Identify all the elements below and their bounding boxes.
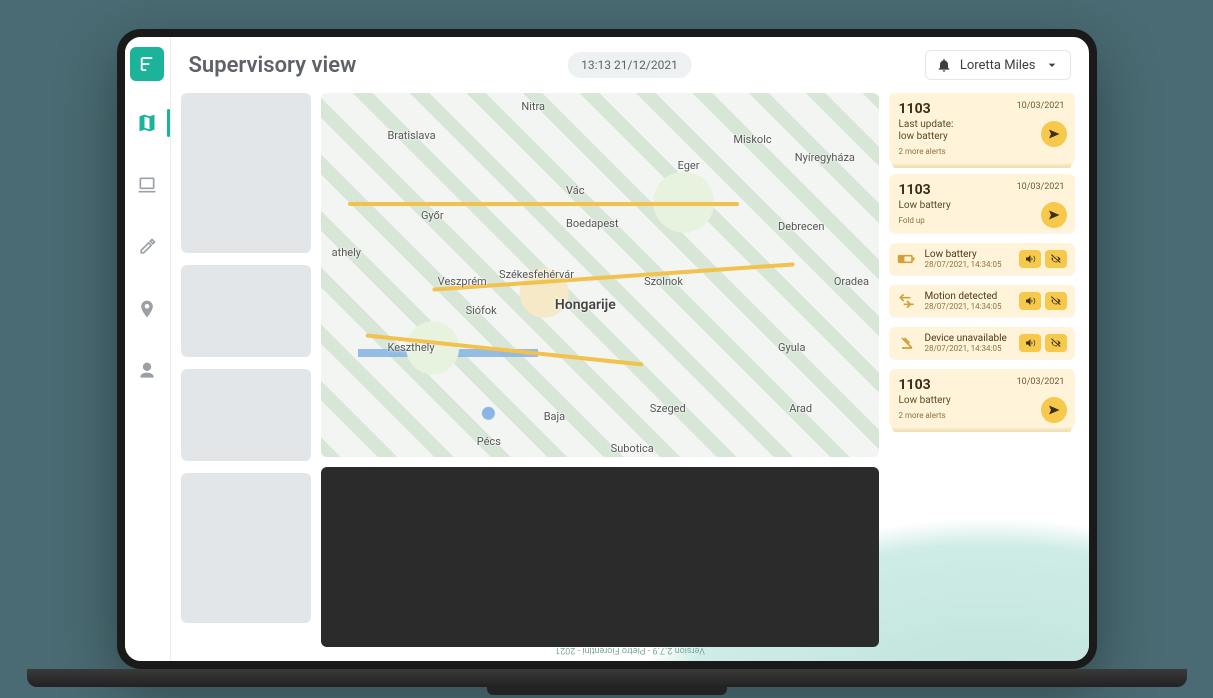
- nav-profile[interactable]: [124, 351, 170, 391]
- alert-date: 10/03/2021: [1017, 377, 1065, 387]
- app-logo[interactable]: [130, 47, 164, 81]
- map-city-label: Arad: [789, 402, 812, 415]
- sidebar: [125, 37, 171, 661]
- map-city-label: Debrecen: [778, 220, 824, 233]
- map-city-label: athely: [332, 246, 361, 259]
- hide-button[interactable]: [1045, 292, 1067, 310]
- map-city-label: Miskolc: [733, 133, 771, 146]
- topbar: Supervisory view 13:13 21/12/2021 Lorett…: [171, 37, 1089, 93]
- alert-text: Low battery: [899, 200, 1065, 212]
- map-city-label: Vác: [566, 184, 585, 197]
- alert-text: Low battery: [899, 395, 1065, 407]
- sub-alert-title: Low battery: [925, 249, 1011, 260]
- content-row: Hongarije Bratislava Nitra Miskolc Nyíregyh…: [171, 93, 1089, 661]
- detail-panel[interactable]: [321, 467, 879, 647]
- laptop-foot: [487, 687, 727, 695]
- map-city-label: Siófok: [466, 304, 497, 317]
- map-city-label: Baja: [544, 410, 565, 423]
- sub-alert-title: Device unavailable: [925, 333, 1011, 344]
- nav-tools[interactable]: [124, 227, 170, 267]
- map-city-label: Gyula: [778, 341, 805, 354]
- map-city-label: Subotica: [611, 442, 654, 455]
- map-country-label: Hongarije: [555, 297, 616, 313]
- thumbnail-placeholder[interactable]: [181, 369, 311, 461]
- alert-card[interactable]: 1103 10/03/2021 Last update:low battery 2 m…: [889, 93, 1075, 164]
- motion-icon: [897, 291, 917, 311]
- map-city-label: Boedapest: [566, 217, 618, 230]
- chevron-down-icon: [1044, 57, 1060, 73]
- alert-more: 2 more alerts: [899, 411, 1065, 420]
- map-city-label: Oradea: [834, 275, 869, 288]
- main-area: Supervisory view 13:13 21/12/2021 Lorett…: [171, 37, 1089, 661]
- alert-id: 1103: [899, 377, 931, 393]
- map-city-label: Bratislava: [387, 129, 435, 142]
- map-city-label: Keszthely: [387, 341, 434, 354]
- sound-button[interactable]: [1019, 292, 1041, 310]
- sound-button[interactable]: [1019, 334, 1041, 352]
- fold-toggle[interactable]: Fold up: [899, 216, 1065, 225]
- alert-more: 2 more alerts: [899, 147, 1065, 156]
- center-column: Hongarije Bratislava Nitra Miskolc Nyíregyh…: [321, 93, 879, 647]
- map-city-label: Székesfehérvár: [499, 268, 574, 281]
- send-button[interactable]: [1041, 202, 1067, 228]
- map-city-label: Nyíregyháza: [795, 151, 855, 164]
- footer-version: Version 2.7.9 - Pietro Fiorentini - 2021: [555, 645, 705, 655]
- alert-date: 10/03/2021: [1017, 182, 1065, 192]
- user-name: Loretta Miles: [960, 58, 1036, 73]
- map-city-label: Szolnok: [644, 275, 683, 288]
- sound-button[interactable]: [1019, 250, 1041, 268]
- alert-card[interactable]: 1103 10/03/2021 Low battery 2 more alerts: [889, 369, 1075, 428]
- map-city-label: Győr: [421, 209, 444, 222]
- alert-date: 10/03/2021: [1017, 101, 1065, 111]
- page-title: Supervisory view: [189, 53, 357, 78]
- sub-alert-time: 28/07/2021, 14:34:05: [925, 344, 1011, 353]
- hide-button[interactable]: [1045, 250, 1067, 268]
- laptop-frame: Supervisory view 13:13 21/12/2021 Lorett…: [107, 29, 1107, 669]
- offline-icon: [897, 333, 917, 353]
- nav-device[interactable]: [124, 165, 170, 205]
- laptop-base: [27, 669, 1187, 687]
- bell-icon: [936, 57, 952, 73]
- thumbnail-placeholder[interactable]: [181, 473, 311, 623]
- map-city-label: Eger: [678, 159, 700, 172]
- alert-sub-row: Motion detected28/07/2021, 14:34:05: [889, 285, 1075, 317]
- battery-icon: [897, 249, 917, 269]
- thumbnail-column: [181, 93, 311, 647]
- map-city-label: Szeged: [650, 402, 686, 415]
- thumbnail-placeholder[interactable]: [181, 93, 311, 253]
- send-button[interactable]: [1041, 397, 1067, 423]
- map-city-label: Nitra: [521, 100, 545, 113]
- alert-id: 1103: [899, 101, 931, 117]
- user-menu[interactable]: Loretta Miles: [925, 50, 1071, 80]
- alert-card[interactable]: 1103 10/03/2021 Low battery Fold up: [889, 174, 1075, 233]
- timestamp-pill: 13:13 21/12/2021: [567, 52, 692, 78]
- alerts-column: 1103 10/03/2021 Last update:low battery 2 m…: [889, 93, 1075, 647]
- nav-location[interactable]: [124, 289, 170, 329]
- map-city-label: Pécs: [477, 435, 501, 448]
- alert-sub-row: Device unavailable28/07/2021, 14:34:05: [889, 327, 1075, 359]
- sub-alert-time: 28/07/2021, 14:34:05: [925, 302, 1011, 311]
- thumbnail-placeholder[interactable]: [181, 265, 311, 357]
- send-button[interactable]: [1041, 121, 1067, 147]
- alert-text: Last update:low battery: [899, 119, 1065, 143]
- nav-map[interactable]: [124, 103, 170, 143]
- app-window: Supervisory view 13:13 21/12/2021 Lorett…: [117, 29, 1097, 669]
- sub-alert-time: 28/07/2021, 14:34:05: [925, 260, 1011, 269]
- map-city-label: Veszprém: [438, 275, 487, 288]
- map-view[interactable]: Hongarije Bratislava Nitra Miskolc Nyíregyh…: [321, 93, 879, 457]
- alert-id: 1103: [899, 182, 931, 198]
- sub-alert-title: Motion detected: [925, 291, 1011, 302]
- hide-button[interactable]: [1045, 334, 1067, 352]
- alert-sub-row: Low battery28/07/2021, 14:34:05: [889, 243, 1075, 275]
